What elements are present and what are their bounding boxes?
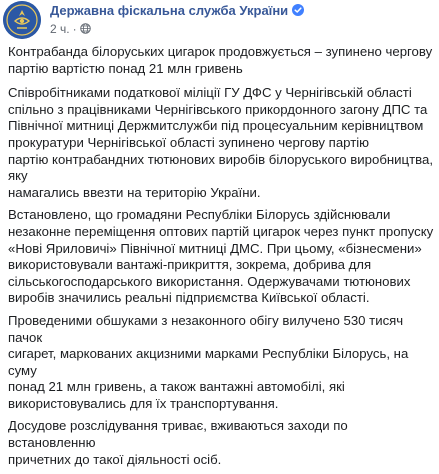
page-avatar[interactable]: [3, 1, 41, 39]
post-paragraph-2: Встановлено, що громадяни Республіки Біл…: [8, 207, 434, 306]
post-body: Контрабанда білоруських цигарок продовжу…: [8, 44, 434, 474]
post-timestamp[interactable]: 2 ч.: [50, 22, 70, 36]
page-name-row: Державна фіскальна служба України: [50, 2, 305, 19]
post-header: Державна фіскальна служба України 2 ч. ·: [0, 0, 439, 42]
post-paragraph-4: Досудове розслідування триває, вживаютьс…: [8, 418, 348, 467]
verified-badge-icon: [292, 4, 305, 16]
post-title: Контрабанда білоруських цигарок продовжу…: [8, 44, 433, 76]
post-paragraph-1: Співробітниками податкової міліції ГУ ДФ…: [8, 85, 433, 200]
meta-separator: ·: [72, 22, 77, 36]
globe-icon[interactable]: [79, 23, 91, 34]
post-paragraph-3: Проведеними обшуками з незаконного обігу…: [8, 312, 409, 411]
page-name-link[interactable]: Державна фіскальна служба України: [50, 3, 288, 18]
facebook-post: Державна фіскальна служба України 2 ч. · …: [0, 0, 439, 467]
tax-service-emblem-icon: [3, 1, 41, 39]
post-meta: 2 ч. ·: [50, 22, 91, 37]
